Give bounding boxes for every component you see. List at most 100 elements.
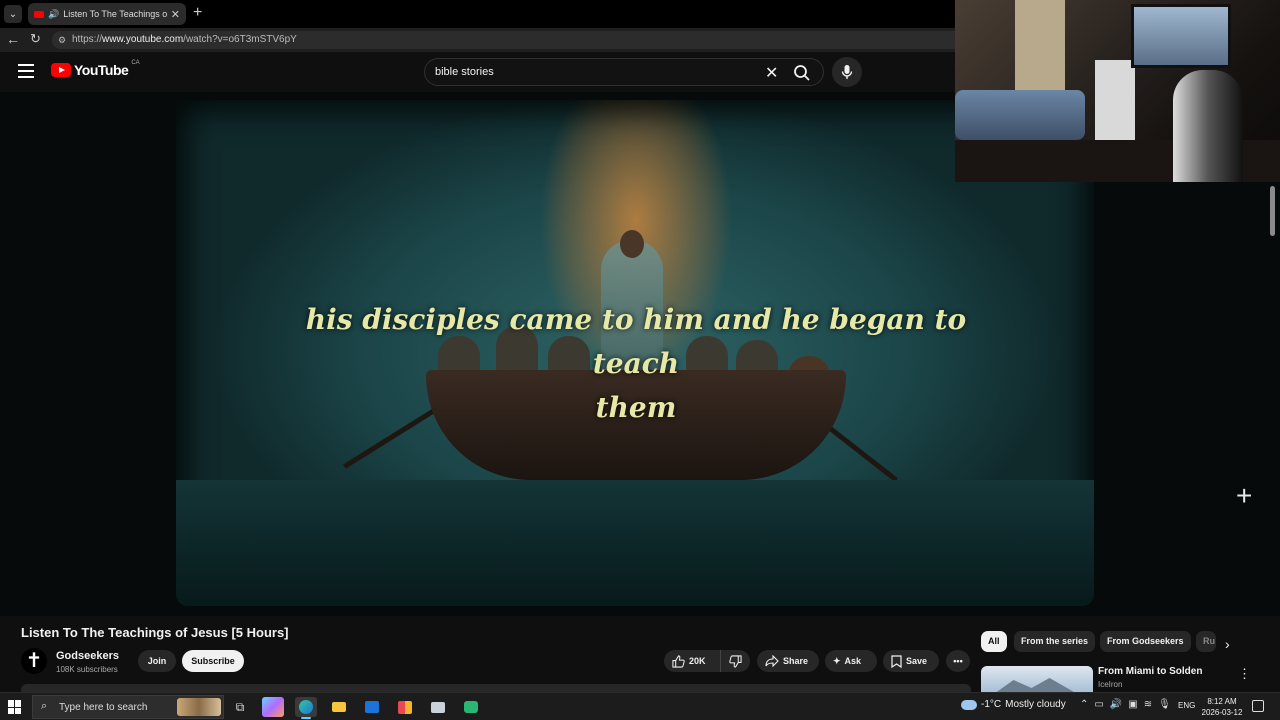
chip-from-the-series[interactable]: From the series xyxy=(1014,631,1096,652)
dislike-button[interactable] xyxy=(720,650,750,672)
new-tab-button[interactable]: + xyxy=(193,4,202,22)
device-icon[interactable]: ▭ xyxy=(1094,699,1103,710)
cloud-icon xyxy=(961,699,977,710)
wifi-icon[interactable]: ≋ xyxy=(1144,699,1152,710)
app-green-icon[interactable] xyxy=(460,697,482,717)
page-scrollbar[interactable] xyxy=(1268,182,1276,687)
windows-start-icon[interactable] xyxy=(8,700,22,714)
figure-head xyxy=(620,230,644,258)
subscriber-count: 108K subscribers xyxy=(56,665,118,674)
close-tab-icon[interactable]: ✕ xyxy=(171,8,180,21)
windows-taskbar: ⌕ Type here to search ⧉ -1°C Mostly clou… xyxy=(0,692,1280,720)
chip-related[interactable]: Ru xyxy=(1196,631,1216,652)
task-view-icon[interactable]: ⧉ xyxy=(229,697,251,717)
thumbs-up-icon xyxy=(672,654,685,668)
chip-all[interactable]: All xyxy=(981,631,1007,652)
taskbar-search-box[interactable]: ⌕ Type here to search xyxy=(32,695,224,719)
speaker-icon[interactable]: 🔊 xyxy=(48,9,59,20)
weather-description: Mostly cloudy xyxy=(1005,699,1066,710)
scroll-thumb[interactable] xyxy=(1270,186,1275,236)
like-button[interactable]: 20K xyxy=(664,650,720,672)
display-icon[interactable]: ▣ xyxy=(1128,699,1137,710)
volume-icon[interactable]: 🔊 xyxy=(1110,699,1122,710)
hamburger-menu-icon[interactable] xyxy=(18,64,34,78)
recommendation-title[interactable]: From Miami to Solden xyxy=(1098,666,1202,677)
channel-avatar[interactable]: ✝ xyxy=(21,648,47,674)
subscribe-button[interactable]: Subscribe xyxy=(182,650,244,672)
webcam-chair xyxy=(1173,70,1243,182)
microphone-icon xyxy=(841,65,853,79)
webcam-monitor xyxy=(1131,4,1231,68)
reload-button[interactable]: ↻ xyxy=(30,31,41,47)
webcam-shelf xyxy=(1095,60,1135,140)
clock-time: 8:12 AM xyxy=(1207,697,1237,706)
site-info-icon[interactable]: ⚙ xyxy=(58,31,66,49)
oar-right xyxy=(824,422,898,483)
like-count: 20K xyxy=(689,656,706,666)
url-domain: www.youtube.com xyxy=(102,34,184,45)
webcam-overlay xyxy=(955,0,1280,182)
search-icon[interactable] xyxy=(793,64,811,82)
search-input[interactable]: bible stories xyxy=(435,66,494,78)
join-button[interactable]: Join xyxy=(138,650,176,672)
chevron-down-icon: ⌄ xyxy=(8,8,18,20)
clock[interactable]: 8:12 AM 2026-03-12 xyxy=(1200,696,1244,718)
thumbs-down-icon xyxy=(729,654,742,668)
video-caption: his disciples came to him and he began t… xyxy=(286,298,986,430)
edge-browser-icon[interactable] xyxy=(295,697,317,719)
water xyxy=(176,480,1094,606)
chevron-right-icon[interactable]: › xyxy=(1225,636,1230,652)
recommendation-channel[interactable]: IceIron xyxy=(1098,680,1122,689)
back-button[interactable]: ← xyxy=(6,31,20,47)
save-button[interactable]: Save xyxy=(883,650,939,672)
app-icon[interactable] xyxy=(427,697,449,717)
notification-icon[interactable] xyxy=(1252,700,1264,712)
description-box[interactable] xyxy=(21,684,971,692)
caption-line: them xyxy=(595,391,677,424)
language-indicator[interactable]: ENG xyxy=(1178,701,1195,710)
webcam-bed xyxy=(955,90,1085,140)
voice-search-button[interactable] xyxy=(832,57,862,87)
browser-tab[interactable]: 🔊 Listen To The Teachings of Jesus [5 Ho… xyxy=(28,3,186,25)
system-tray: ⌃ ▭ 🔊 ▣ ≋ 🎙 xyxy=(1080,699,1171,710)
sparkle-icon: ✦ xyxy=(833,655,841,666)
copilot-icon[interactable] xyxy=(262,697,284,717)
chip-from-godseekers[interactable]: From Godseekers xyxy=(1100,631,1191,652)
file-explorer-icon[interactable] xyxy=(328,697,350,717)
youtube-play-icon xyxy=(51,63,71,77)
taskbar-search-placeholder: Type here to search xyxy=(59,702,148,713)
more-actions-icon[interactable]: ••• xyxy=(946,650,970,672)
outlook-icon[interactable] xyxy=(361,697,383,717)
ask-label: Ask xyxy=(844,656,862,666)
ask-button[interactable]: ✦ Ask xyxy=(825,650,877,672)
search-box[interactable]: bible stories ✕ xyxy=(424,58,824,86)
caption-line: his disciples came to him and he began t… xyxy=(305,303,967,380)
weather-temp: -1°C xyxy=(981,699,1002,710)
add-icon: + xyxy=(1236,480,1253,511)
youtube-logo[interactable]: YouTube CA xyxy=(51,60,140,78)
bookmark-icon xyxy=(891,654,902,668)
microsoft-store-icon[interactable] xyxy=(394,697,416,717)
search-icon: ⌕ xyxy=(41,700,48,712)
logo-text: YouTube xyxy=(74,62,129,78)
share-icon xyxy=(765,655,779,667)
clock-date: 2026-03-12 xyxy=(1201,708,1243,717)
weather-widget[interactable]: -1°C Mostly cloudy xyxy=(961,699,1066,710)
microphone-icon[interactable]: 🎙 xyxy=(1158,699,1171,710)
clear-search-icon[interactable]: ✕ xyxy=(765,63,778,83)
url-field[interactable]: ⚙ https://www.youtube.com/watch?v=o6T3mS… xyxy=(52,31,962,49)
video-title: Listen To The Teachings of Jesus [5 Hour… xyxy=(21,625,289,640)
share-button[interactable]: Share xyxy=(757,650,819,672)
recommendation-thumbnail[interactable] xyxy=(981,666,1093,692)
tab-list-button[interactable]: ⌄ xyxy=(4,5,22,23)
channel-name[interactable]: Godseekers xyxy=(56,650,119,662)
kebab-menu-icon[interactable]: ⋮ xyxy=(1238,666,1251,682)
url-path: /watch?v=o6T3mSTV6pY xyxy=(183,34,297,45)
url-prefix: https:// xyxy=(72,34,103,45)
tab-title: Listen To The Teachings of Jesus [5 Hour… xyxy=(63,9,167,19)
search-highlight-image xyxy=(177,698,221,716)
chevron-up-icon[interactable]: ⌃ xyxy=(1080,699,1088,710)
share-label: Share xyxy=(783,656,809,666)
youtube-favicon-icon xyxy=(34,10,44,18)
save-label: Save xyxy=(906,656,928,666)
